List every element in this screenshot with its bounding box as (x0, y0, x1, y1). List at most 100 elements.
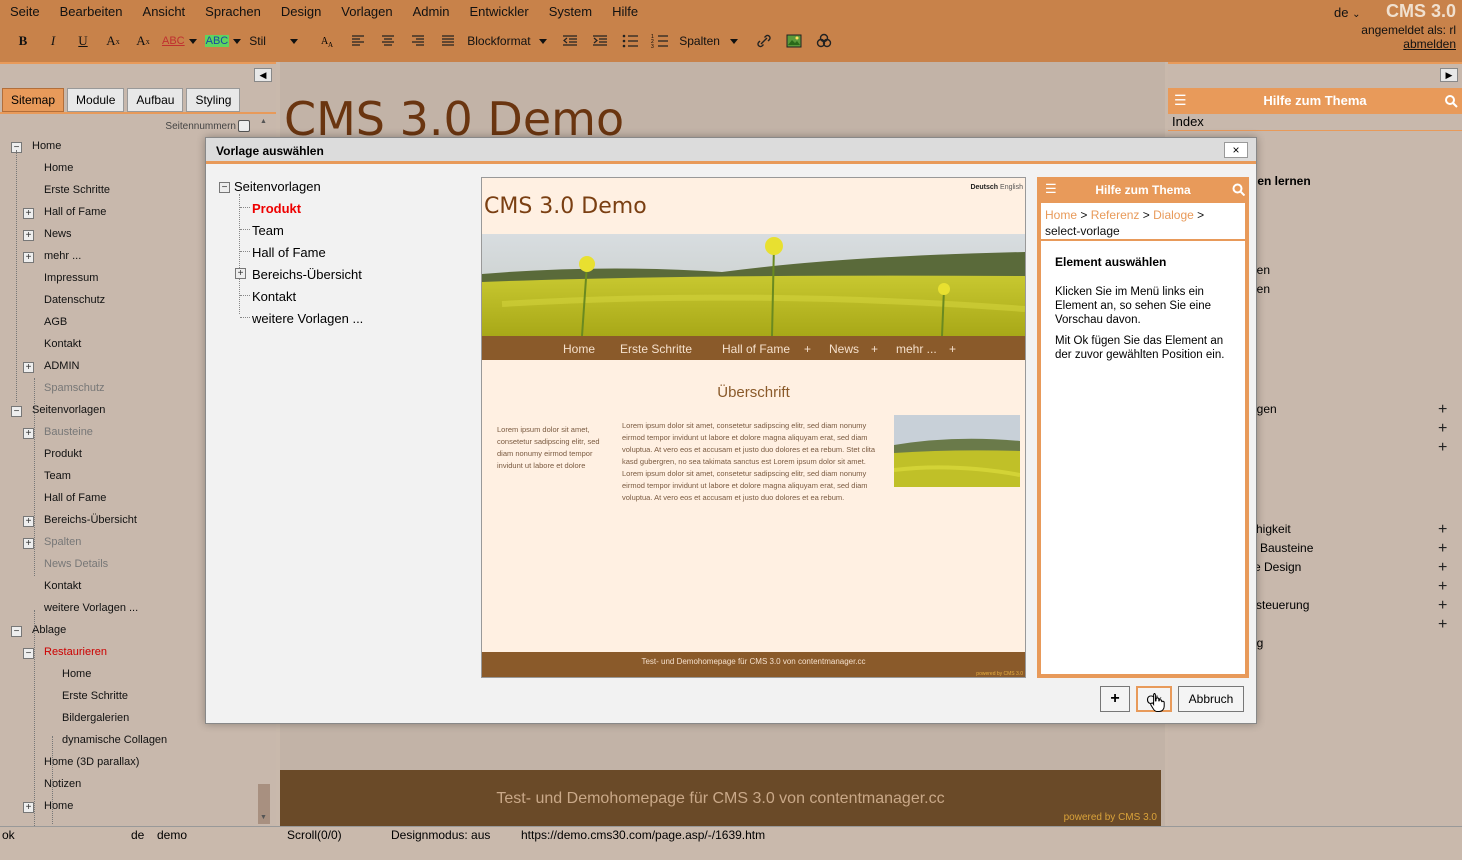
expand-icon[interactable]: + (23, 538, 34, 549)
menu-ansicht[interactable]: Ansicht (133, 0, 196, 24)
help-topic-item[interactable]: ssteuerung (1250, 598, 1309, 612)
template-weitere-vorlagen[interactable]: weitere Vorlagen ... (252, 311, 363, 326)
expand-icon[interactable]: + (1438, 522, 1447, 538)
menu-seite[interactable]: Seite (0, 0, 50, 24)
sitemap-item[interactable]: Hall of Fame (44, 206, 106, 218)
collapse-icon[interactable]: − (23, 648, 34, 659)
tab-sitemap[interactable]: Sitemap (2, 88, 65, 112)
help-topic-item[interactable]: re Design (1250, 560, 1301, 574)
scroll-down-icon[interactable]: ▼ (260, 814, 267, 821)
italic-button[interactable]: I (42, 30, 64, 52)
cancel-button[interactable]: Abbruch (1178, 686, 1244, 712)
expand-icon[interactable]: + (1438, 617, 1447, 633)
expand-icon[interactable]: + (1438, 541, 1447, 557)
expand-icon[interactable]: + (1438, 440, 1447, 456)
menu-system[interactable]: System (539, 0, 602, 24)
template-team[interactable]: Team (252, 223, 284, 238)
page-numbers-toggle[interactable]: Seitennummern (165, 120, 250, 132)
font-size-button[interactable]: AA (317, 30, 339, 52)
add-button[interactable]: + (1100, 686, 1130, 712)
sitemap-item[interactable]: Kontakt (44, 580, 81, 592)
collapse-icon[interactable]: − (11, 406, 22, 417)
menu-entwickler[interactable]: Entwickler (459, 0, 538, 24)
page-numbers-checkbox[interactable] (238, 120, 250, 132)
expand-icon[interactable]: + (235, 268, 246, 279)
module-button[interactable] (813, 30, 835, 52)
sitemap-item[interactable]: Datenschutz (44, 294, 105, 306)
template-hall-of-fame[interactable]: Hall of Fame (252, 245, 326, 260)
sitemap-item[interactable]: News (44, 228, 72, 240)
collapse-right-button[interactable]: ▶ (1440, 68, 1458, 82)
align-justify-button[interactable] (437, 30, 459, 52)
expand-icon[interactable]: + (23, 362, 34, 373)
sitemap-item[interactable]: Spalten (44, 536, 81, 548)
sitemap-item[interactable]: Impressum (44, 272, 98, 284)
expand-icon[interactable]: + (1438, 421, 1447, 437)
sitemap-item[interactable]: Team (44, 470, 71, 482)
expand-icon[interactable]: + (23, 230, 34, 241)
help-index-link[interactable]: Index (1172, 114, 1204, 129)
numbered-list-button[interactable]: 123 (649, 30, 671, 52)
expand-icon[interactable]: + (1438, 560, 1447, 576)
scroll-up-icon[interactable]: ▲ (260, 118, 267, 125)
crumb-home[interactable]: Home (1045, 208, 1077, 222)
menu-vorlagen[interactable]: Vorlagen (331, 0, 402, 24)
menu-bearbeiten[interactable]: Bearbeiten (50, 0, 133, 24)
sitemap-item[interactable]: Bereichs-Übersicht (44, 514, 137, 526)
logout-link[interactable]: abmelden (1361, 37, 1456, 51)
sitemap-item[interactable]: Produkt (44, 448, 82, 460)
tab-aufbau[interactable]: Aufbau (127, 88, 184, 112)
tree-root-seitenvorlagen[interactable]: Seitenvorlagen (234, 179, 321, 194)
expand-icon[interactable]: + (1438, 598, 1447, 614)
tab-module[interactable]: Module (67, 88, 125, 112)
link-button[interactable] (753, 30, 775, 52)
highlight-color-button[interactable]: ABC (204, 30, 242, 52)
sitemap-item[interactable]: Bildergalerien (62, 712, 129, 724)
sitemap-item[interactable]: mehr ... (44, 250, 81, 262)
sitemap-item[interactable]: Ablage (32, 624, 66, 636)
menu-design[interactable]: Design (271, 0, 331, 24)
help-topic-item[interactable]: e Bausteine (1250, 541, 1313, 555)
sitemap-item[interactable]: Restaurieren (44, 646, 107, 658)
crumb-dialoge[interactable]: Dialoge (1153, 208, 1194, 222)
text-color-button[interactable]: ABC (162, 30, 197, 52)
tab-styling[interactable]: Styling (186, 88, 241, 112)
template-kontakt[interactable]: Kontakt (252, 289, 296, 304)
align-center-button[interactable] (377, 30, 399, 52)
menu-sprachen[interactable]: Sprachen (195, 0, 271, 24)
sitemap-item[interactable]: weitere Vorlagen ... (44, 602, 138, 614)
sitemap-item[interactable]: Kontakt (44, 338, 81, 350)
collapse-left-button[interactable]: ◀ (254, 68, 272, 82)
bullet-list-button[interactable] (619, 30, 641, 52)
menu-hilfe[interactable]: Hilfe (602, 0, 648, 24)
expand-icon[interactable]: + (23, 802, 34, 813)
sitemap-item[interactable]: Home (44, 162, 73, 174)
template-produkt[interactable]: Produkt (252, 201, 301, 216)
search-icon[interactable] (1444, 94, 1458, 108)
sitemap-item[interactable]: Spamschutz (44, 382, 105, 394)
subscript-button[interactable]: Ax (102, 30, 124, 52)
expand-icon[interactable]: + (1438, 579, 1447, 595)
sitemap-item[interactable]: Home (32, 140, 61, 152)
sitemap-item[interactable]: AGB (44, 316, 67, 328)
columns-select[interactable]: Spalten (679, 30, 745, 52)
crumb-referenz[interactable]: Referenz (1091, 208, 1140, 222)
superscript-button[interactable]: Ax (132, 30, 154, 52)
image-button[interactable] (783, 30, 805, 52)
expand-icon[interactable]: + (23, 516, 34, 527)
sitemap-item[interactable]: Hall of Fame (44, 492, 106, 504)
collapse-icon[interactable]: − (219, 182, 230, 193)
help-topic-item[interactable]: nen lernen (1250, 174, 1311, 188)
menu-admin[interactable]: Admin (403, 0, 460, 24)
sitemap-item[interactable]: Bausteine (44, 426, 93, 438)
outdent-button[interactable] (559, 30, 581, 52)
sitemap-item[interactable]: Notizen (44, 778, 81, 790)
sitemap-item[interactable]: Seitenvorlagen (32, 404, 105, 416)
sitemap-item[interactable]: Erste Schritte (62, 690, 128, 702)
bold-button[interactable]: B (12, 30, 34, 52)
indent-button[interactable] (589, 30, 611, 52)
language-select[interactable]: de ⌄ (1334, 5, 1360, 20)
sitemap-item[interactable]: ADMIN (44, 360, 79, 372)
expand-icon[interactable]: + (23, 252, 34, 263)
underline-button[interactable]: U (72, 30, 94, 52)
